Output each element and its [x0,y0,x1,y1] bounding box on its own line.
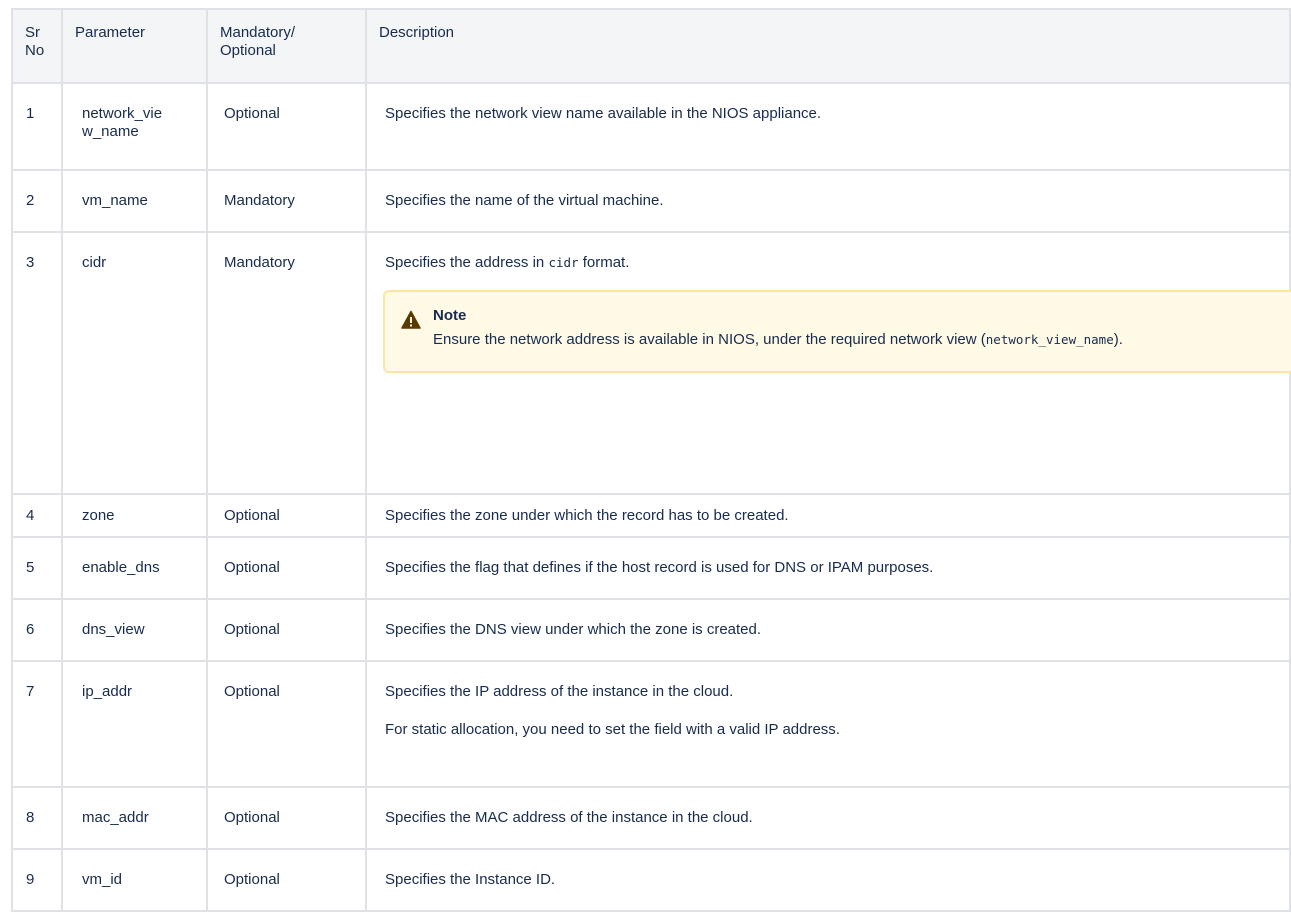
cell-description: Specifies the Instance ID. [365,848,1291,912]
cell-requirement: Optional [206,493,367,538]
warning-icon [401,310,421,329]
table-row: 1 network_view_name Optional Specifies t… [11,82,1291,171]
inline-code: cidr [548,255,579,270]
cell-parameter: cidr [61,231,208,495]
cidr-description: Specifies the address in cidr format. [385,254,630,271]
table-row: 5 enable_dns Optional Specifies the flag… [11,536,1291,600]
cell-sr: 6 [11,598,63,662]
cell-sr: 8 [11,786,63,850]
cell-sr: 9 [11,848,63,912]
cell-sr: 4 [11,493,63,538]
cell-description: Specifies the address in cidr format. No… [365,231,1291,495]
cell-sr: 5 [11,536,63,600]
cell-sr: 3 [11,231,63,495]
cell-requirement: Mandatory [206,169,367,233]
cell-requirement: Optional [206,660,367,788]
table-row: 6 dns_view Optional Specifies the DNS vi… [11,598,1291,662]
table-row: 4 zone Optional Specifies the zone under… [11,493,1291,538]
parameters-table: Sr No Parameter Mandatory/ Optional Desc… [11,8,1291,912]
cell-description: Specifies the DNS view under which the z… [365,598,1291,662]
header-mandatory-optional: Mandatory/ Optional [206,8,367,84]
cell-requirement: Optional [206,536,367,600]
inline-code: network_view_name [985,332,1114,347]
cell-parameter: vm_name [61,169,208,233]
table-row: 7 ip_addr Optional Specifies the IP addr… [11,660,1291,788]
cell-requirement: Mandatory [206,231,367,495]
cell-parameter: vm_id [61,848,208,912]
cell-description: Specifies the name of the virtual machin… [365,169,1291,233]
note-panel: Note Ensure the network address is avail… [383,290,1291,373]
page: Sr No Parameter Mandatory/ Optional Desc… [0,0,1291,912]
note-title: Note [433,307,467,324]
table-row: 9 vm_id Optional Specifies the Instance … [11,848,1291,912]
table-row: 2 vm_name Mandatory Specifies the name o… [11,169,1291,233]
table-row: 3 cidr Mandatory Specifies the address i… [11,231,1291,495]
cell-parameter: mac_addr [61,786,208,850]
cell-description: Specifies the zone under which the recor… [365,493,1291,538]
cell-parameter: zone [61,493,208,538]
header-sr-no: Sr No [11,8,63,84]
table-header-row: Sr No Parameter Mandatory/ Optional Desc… [11,8,1291,84]
cell-sr: 7 [11,660,63,788]
header-description: Description [365,8,1291,84]
cell-description: Specifies the MAC address of the instanc… [365,786,1291,850]
cell-requirement: Optional [206,848,367,912]
cell-description: Specifies the network view name availabl… [365,82,1291,171]
cell-parameter: enable_dns [61,536,208,600]
note-body: Ensure the network address is available … [433,331,1123,348]
cell-parameter: dns_view [61,598,208,662]
cell-sr: 1 [11,82,63,171]
cell-parameter: network_view_name [61,82,208,171]
cell-requirement: Optional [206,82,367,171]
cell-requirement: Optional [206,786,367,850]
cell-sr: 2 [11,169,63,233]
cell-parameter: ip_addr [61,660,208,788]
cell-description: Specifies the flag that defines if the h… [365,536,1291,600]
header-parameter: Parameter [61,8,208,84]
table-row: 8 mac_addr Optional Specifies the MAC ad… [11,786,1291,850]
cell-requirement: Optional [206,598,367,662]
cell-description: Specifies the IP address of the instance… [365,660,1291,788]
